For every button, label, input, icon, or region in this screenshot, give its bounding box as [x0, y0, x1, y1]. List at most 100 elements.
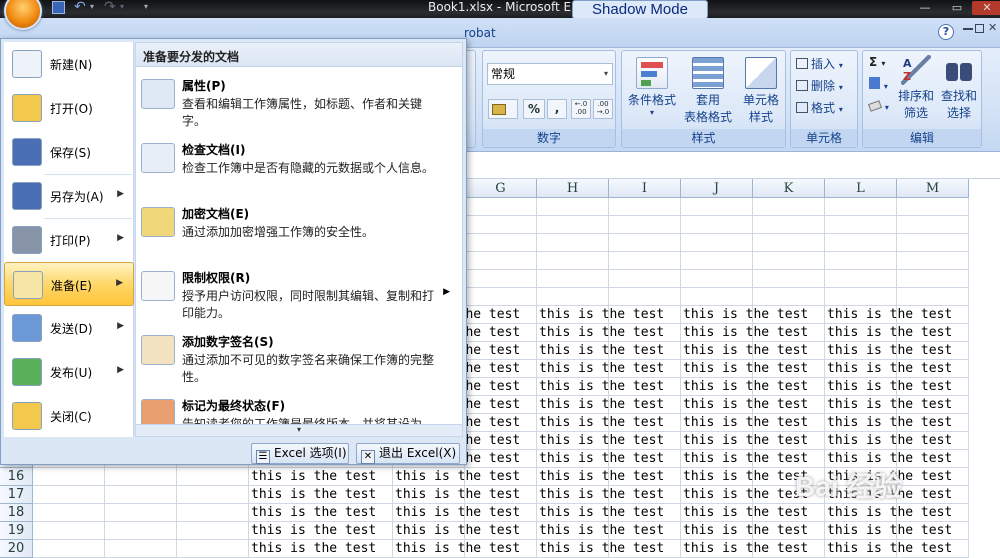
menu-item-7[interactable]: 发布(U) ▶: [4, 350, 134, 394]
cell[interactable]: [753, 216, 825, 234]
tab-acrobat-partial[interactable]: robat: [464, 26, 496, 40]
table-cell-text[interactable]: this is the test: [393, 468, 520, 486]
table-cell-text[interactable]: this is the test: [681, 378, 808, 396]
column-header-M[interactable]: M: [897, 179, 969, 198]
cell[interactable]: [609, 450, 681, 468]
cell[interactable]: [753, 414, 825, 432]
conditional-format-button[interactable]: 条件格式 ▾: [624, 57, 680, 117]
cell[interactable]: [681, 270, 753, 288]
table-cell-text[interactable]: this is the test: [681, 450, 808, 468]
decrease-decimal-button[interactable]: .00 →.0: [593, 99, 613, 119]
cell[interactable]: [465, 450, 537, 468]
cell[interactable]: [33, 486, 105, 504]
cell[interactable]: [681, 252, 753, 270]
menu-item-5[interactable]: 准备(E) ▶: [4, 262, 134, 306]
delete-cells-button[interactable]: 删除 ▾: [796, 77, 843, 94]
cell[interactable]: [177, 504, 249, 522]
sort-filter-button[interactable]: AZ 排序和 筛选: [895, 55, 937, 121]
undo-icon[interactable]: ↶: [74, 0, 86, 15]
cell[interactable]: [897, 324, 969, 342]
table-cell-text[interactable]: this is the test: [681, 486, 808, 504]
cell[interactable]: [609, 540, 681, 558]
exit-excel-button[interactable]: ✕ 退出 Excel(X): [356, 443, 460, 464]
column-header-I[interactable]: I: [609, 179, 681, 198]
table-cell-text[interactable]: this is the test: [249, 468, 393, 486]
cell[interactable]: [897, 342, 969, 360]
cell[interactable]: [897, 432, 969, 450]
cell[interactable]: [753, 522, 825, 540]
cell[interactable]: [897, 234, 969, 252]
submenu-item-1[interactable]: 检查文档(I) 检查工作簿中是否有隐藏的元数据或个人信息。: [136, 141, 462, 203]
table-cell-text[interactable]: this is the test: [681, 540, 808, 558]
table-cell-text[interactable]: this is the test: [537, 486, 664, 504]
table-cell-text[interactable]: this is the test: [681, 522, 808, 540]
table-cell-text[interactable]: this is the test: [249, 504, 393, 522]
cell[interactable]: [33, 504, 105, 522]
office-button[interactable]: [0, 0, 42, 38]
cell[interactable]: [465, 360, 537, 378]
cell[interactable]: [897, 378, 969, 396]
column-header-G[interactable]: G: [465, 179, 537, 198]
cell[interactable]: [105, 486, 177, 504]
cell[interactable]: [465, 288, 537, 306]
submenu-item-3[interactable]: 限制权限(R) 授予用户访问权限，同时限制其编辑、复制和打印能力。 ▶: [136, 269, 462, 331]
cell[interactable]: [105, 540, 177, 558]
cell[interactable]: [465, 324, 537, 342]
table-cell-text[interactable]: this is the test: [393, 522, 520, 540]
cell[interactable]: [465, 486, 537, 504]
cell[interactable]: [465, 522, 537, 540]
cell[interactable]: [753, 378, 825, 396]
cell[interactable]: [897, 468, 969, 486]
cell[interactable]: [537, 288, 609, 306]
cell[interactable]: [609, 234, 681, 252]
cell[interactable]: [681, 234, 753, 252]
cell[interactable]: [897, 252, 969, 270]
cell[interactable]: [609, 270, 681, 288]
cell[interactable]: [465, 234, 537, 252]
cell[interactable]: [537, 198, 609, 216]
column-header-J[interactable]: J: [681, 179, 753, 198]
cell[interactable]: [825, 270, 897, 288]
cell[interactable]: [537, 234, 609, 252]
cell[interactable]: [465, 306, 537, 324]
table-cell-text[interactable]: this is the test: [825, 324, 952, 342]
cell[interactable]: [897, 216, 969, 234]
cell[interactable]: [897, 522, 969, 540]
cell[interactable]: [897, 306, 969, 324]
table-cell-text[interactable]: this is the test: [537, 414, 664, 432]
cell[interactable]: [609, 414, 681, 432]
cell[interactable]: [897, 270, 969, 288]
cell[interactable]: [465, 270, 537, 288]
table-cell-text[interactable]: this is the test: [825, 378, 952, 396]
table-cell-text[interactable]: this is the test: [825, 432, 952, 450]
cell[interactable]: [33, 468, 105, 486]
table-cell-text[interactable]: this is the test: [393, 486, 520, 504]
row-header[interactable]: 18: [0, 504, 33, 522]
cell[interactable]: [609, 468, 681, 486]
table-cell-text[interactable]: this is the test: [825, 342, 952, 360]
cell[interactable]: [825, 198, 897, 216]
cell[interactable]: [465, 504, 537, 522]
cell[interactable]: [825, 252, 897, 270]
cell[interactable]: [537, 252, 609, 270]
cell[interactable]: [609, 324, 681, 342]
comma-button[interactable]: ,: [547, 99, 567, 119]
cell[interactable]: [105, 504, 177, 522]
cell[interactable]: [609, 342, 681, 360]
fill-button[interactable]: ▾: [869, 77, 888, 92]
table-cell-text[interactable]: this is the test: [537, 504, 664, 522]
cell[interactable]: [609, 306, 681, 324]
help-icon[interactable]: ?: [938, 24, 954, 40]
cell[interactable]: [465, 468, 537, 486]
table-cell-text[interactable]: this is the test: [825, 504, 952, 522]
table-cell-text[interactable]: this is the test: [681, 342, 808, 360]
cell[interactable]: [897, 540, 969, 558]
menu-item-8[interactable]: 关闭(C): [4, 394, 134, 438]
autosum-button[interactable]: Σ ▾: [869, 55, 885, 69]
cell[interactable]: [897, 198, 969, 216]
cell[interactable]: [753, 324, 825, 342]
cell[interactable]: [465, 396, 537, 414]
table-cell-text[interactable]: this is the test: [537, 396, 664, 414]
submenu-item-4[interactable]: 添加数字签名(S) 通过添加不可见的数字签名来确保工作簿的完整性。: [136, 333, 462, 395]
format-as-table-button[interactable]: 套用 表格格式: [678, 57, 738, 125]
